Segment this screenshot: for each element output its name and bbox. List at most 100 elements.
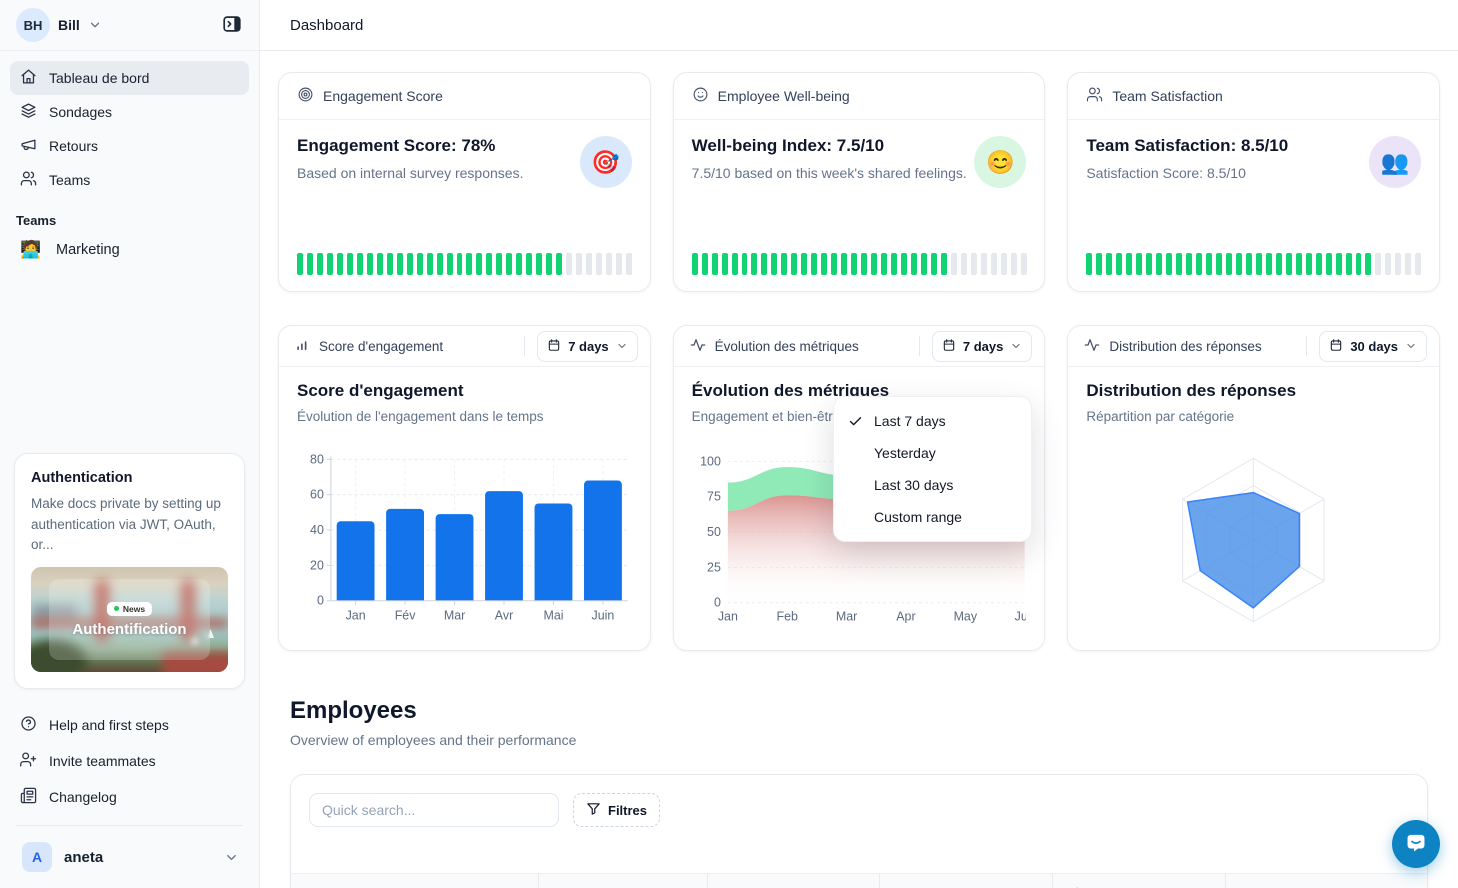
menu-item-yesterday[interactable]: Yesterday xyxy=(834,437,1031,469)
stat-subtitle: Satisfaction Score: 8.5/10 xyxy=(1086,165,1288,181)
progress-segment xyxy=(1021,253,1027,275)
promo-body: Make docs private by setting up authenti… xyxy=(31,494,228,555)
column-header-tasks[interactable]: Tasks xyxy=(1226,874,1427,888)
promo-overlay: News Authentification xyxy=(49,579,210,660)
sidebar-item-teams[interactable]: Teams xyxy=(10,163,249,197)
chart-body: Distribution des réponses Répartition pa… xyxy=(1068,367,1439,650)
progress-segment xyxy=(921,253,927,275)
sidebar-item-help[interactable]: Help and first steps xyxy=(10,707,249,743)
progress-segment xyxy=(1365,253,1371,275)
progress-segment xyxy=(1415,253,1421,275)
svg-text:40: 40 xyxy=(310,523,324,537)
column-header-participation[interactable]: Participation xyxy=(880,874,1053,888)
promo-image[interactable]: News Authentification xyxy=(31,567,228,672)
progress-segment xyxy=(702,253,708,275)
filters-button-label: Filtres xyxy=(608,803,647,818)
search-input[interactable] xyxy=(309,793,559,827)
column-header-user[interactable]: User xyxy=(291,874,539,888)
progress-segment xyxy=(1176,253,1182,275)
chart-title: Distribution des réponses xyxy=(1086,381,1421,401)
date-range-button[interactable]: 7 days xyxy=(537,331,637,362)
check-icon xyxy=(848,414,864,429)
wellbeing-card: Employee Well-being Well-being Index: 7.… xyxy=(673,72,1046,292)
progress-segment xyxy=(1385,253,1391,275)
column-header-team[interactable]: Team xyxy=(539,874,708,888)
teams-section-label: Teams xyxy=(0,197,259,232)
progress-segment xyxy=(1001,253,1007,275)
progress-segment xyxy=(506,253,512,275)
bar-chart-icon xyxy=(295,337,310,355)
card-body: Engagement Score: 78% Based on internal … xyxy=(279,120,650,253)
sidebar-item-dashboard[interactable]: Tableau de bord xyxy=(10,61,249,95)
progress-segment xyxy=(722,253,728,275)
sidebar-item-changelog[interactable]: Changelog xyxy=(10,779,249,815)
progress-segment xyxy=(732,253,738,275)
chart-header-label: Distribution des réponses xyxy=(1109,339,1261,354)
menu-item-custom-range[interactable]: Custom range xyxy=(834,501,1031,533)
svg-text:0: 0 xyxy=(714,596,721,610)
svg-text:May: May xyxy=(953,610,977,624)
user-name[interactable]: Bill xyxy=(58,17,80,33)
chevron-down-icon xyxy=(616,340,628,352)
progress-segment xyxy=(1326,253,1332,275)
progress-segment xyxy=(1286,253,1292,275)
activity-icon xyxy=(690,337,706,356)
divider xyxy=(919,336,920,356)
filters-button[interactable]: Filtres xyxy=(573,793,660,827)
sidebar-item-invite[interactable]: Invite teammates xyxy=(10,743,249,779)
users-icon xyxy=(20,170,37,190)
progress-segment xyxy=(1206,253,1212,275)
progress-segment xyxy=(981,253,987,275)
progress-segment xyxy=(437,253,443,275)
date-range-button[interactable]: 7 days xyxy=(932,331,1032,362)
divider xyxy=(16,825,243,826)
sidebar-item-surveys[interactable]: Sondages xyxy=(10,95,249,129)
progress-segment xyxy=(1136,253,1142,275)
column-header-position[interactable]: Position xyxy=(708,874,881,888)
menu-item-label: Yesterday xyxy=(874,445,936,461)
progress-segment xyxy=(851,253,857,275)
chevron-down-icon xyxy=(88,18,102,32)
progress-segment xyxy=(1266,253,1272,275)
progress-segment xyxy=(1186,253,1192,275)
progress-segment xyxy=(1156,253,1162,275)
progress-segment xyxy=(771,253,777,275)
chat-launcher-button[interactable] xyxy=(1392,820,1440,868)
authentication-promo-card[interactable]: Authentication Make docs private by sett… xyxy=(14,453,245,689)
svg-text:20: 20 xyxy=(310,558,324,572)
workspace-name: aneta xyxy=(64,849,103,866)
progress-segment xyxy=(1216,253,1222,275)
workspace-switcher[interactable]: A aneta xyxy=(10,836,249,882)
progress-segment xyxy=(457,253,463,275)
calendar-icon xyxy=(1329,338,1343,355)
sidebar-item-marketing[interactable]: 🧑‍💻 Marketing xyxy=(10,232,249,268)
date-range-button[interactable]: 30 days xyxy=(1319,331,1427,362)
sidebar-item-feedback[interactable]: Retours xyxy=(10,129,249,163)
progress-segment xyxy=(951,253,957,275)
progress-segment xyxy=(476,253,482,275)
progress-segment xyxy=(1375,253,1381,275)
menu-item-last-7-days[interactable]: Last 7 days xyxy=(834,405,1031,437)
page-title: Dashboard xyxy=(290,17,363,34)
svg-text:Mar: Mar xyxy=(836,610,857,624)
chevron-down-icon xyxy=(1010,340,1022,352)
menu-item-last-30-days[interactable]: Last 30 days xyxy=(834,469,1031,501)
progress-segment xyxy=(1106,253,1112,275)
progress-segment xyxy=(891,253,897,275)
calendar-icon xyxy=(547,338,561,355)
progress-bar xyxy=(297,253,632,275)
svg-text:Apr: Apr xyxy=(896,610,915,624)
progress-segment xyxy=(1306,253,1312,275)
employees-title: Employees xyxy=(290,697,1428,725)
user-avatar[interactable]: BH xyxy=(16,8,50,42)
progress-segment xyxy=(347,253,353,275)
svg-text:Mar: Mar xyxy=(444,609,465,623)
smile-icon xyxy=(692,86,709,106)
date-range-dropdown-menu: Last 7 days Yesterday Last 30 days Custo… xyxy=(833,396,1032,542)
sidebar-collapse-button[interactable] xyxy=(217,9,247,42)
calendar-icon xyxy=(942,338,956,355)
chart-card-header: Distribution des réponses 30 days xyxy=(1068,326,1439,367)
progress-segment xyxy=(576,253,582,275)
progress-segment xyxy=(596,253,602,275)
column-header-performance[interactable]: Performance xyxy=(1053,874,1226,888)
